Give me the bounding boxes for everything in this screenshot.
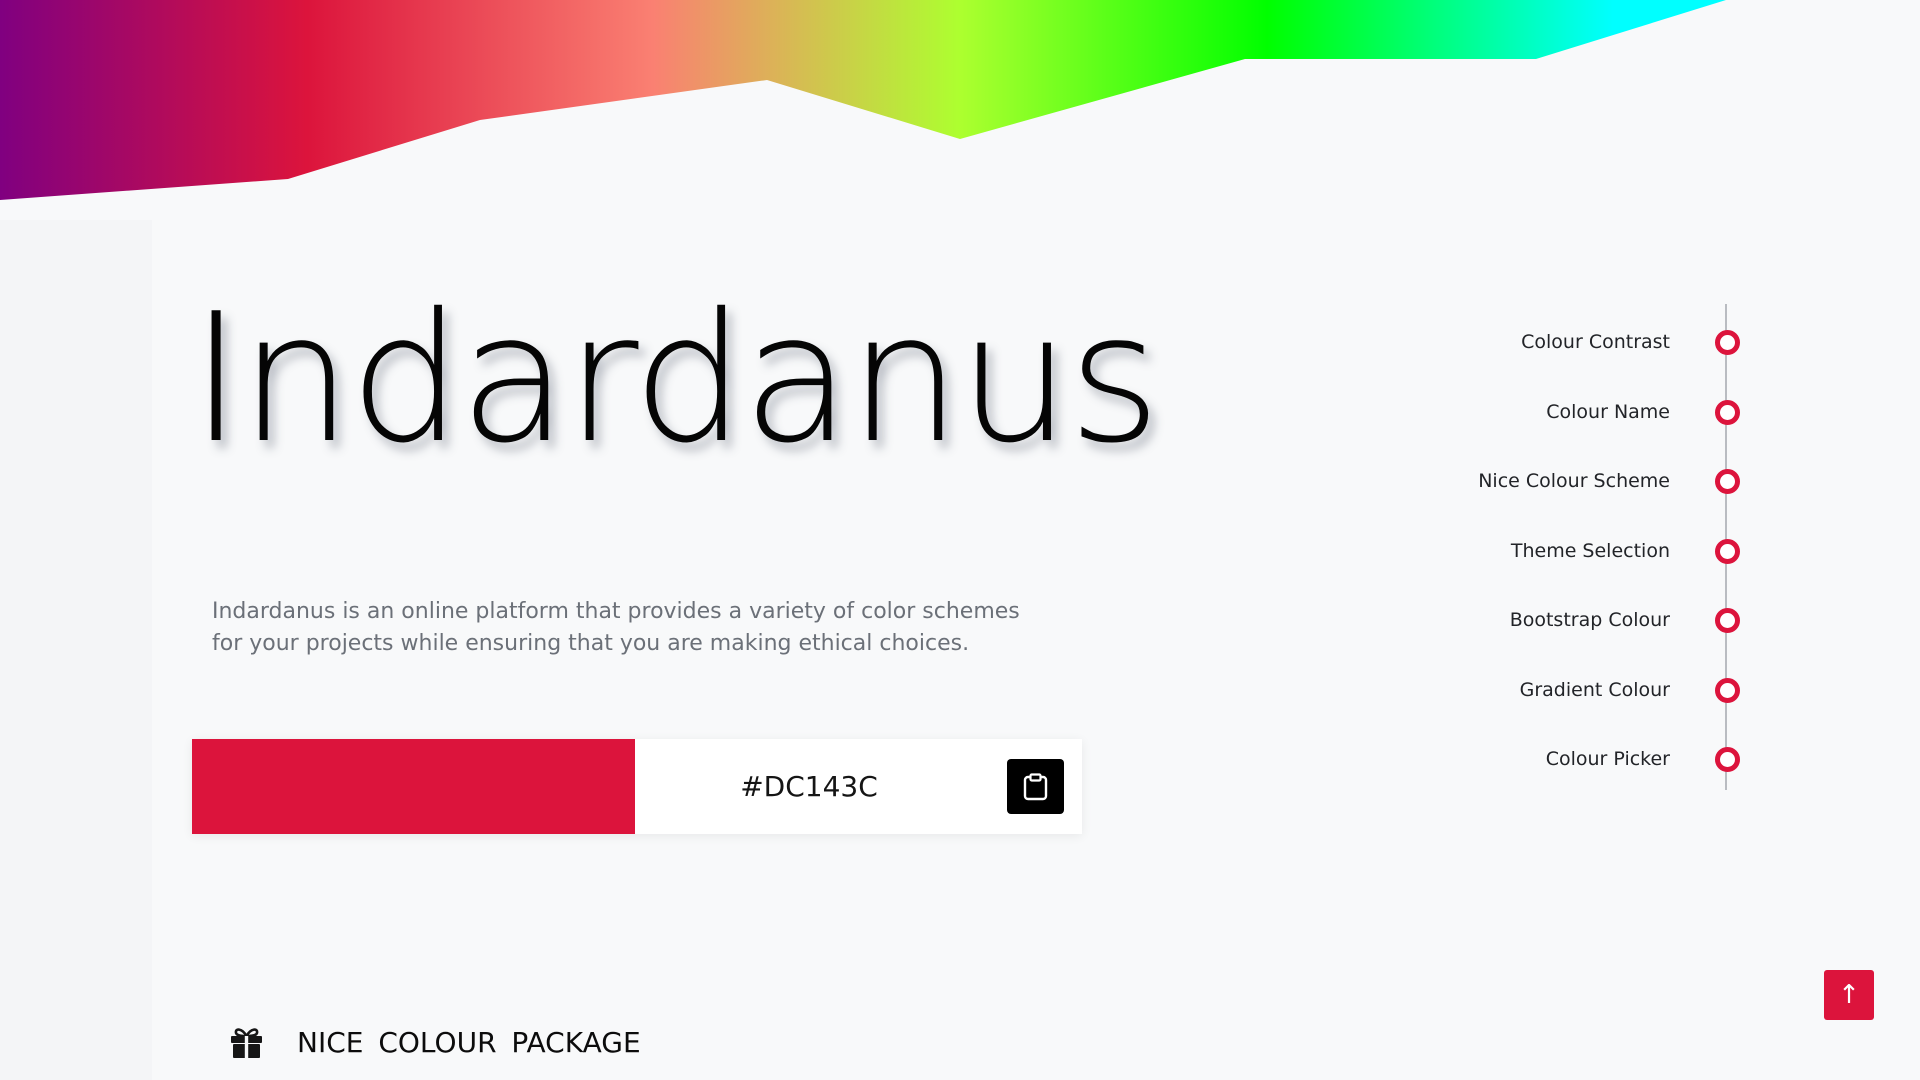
nav-item-label: Colour Name	[1546, 401, 1670, 423]
clipboard-icon	[1023, 773, 1048, 801]
nav-item-label: Gradient Colour	[1519, 679, 1670, 701]
hex-code-text: #DC143C	[740, 770, 878, 803]
gift-icon	[231, 1028, 262, 1058]
package-title: NICE COLOUR PACKAGE	[297, 1026, 641, 1059]
nav-dot-icon	[1715, 678, 1740, 703]
page-title: Indardanus	[190, 275, 1161, 482]
nav-item-colour-name[interactable]: Colour Name	[1380, 392, 1740, 432]
nav-item-nice-colour-scheme[interactable]: Nice Colour Scheme	[1380, 461, 1740, 501]
nav-dot-icon	[1715, 747, 1740, 772]
nav-dot-icon	[1715, 469, 1740, 494]
nav-item-colour-picker[interactable]: Colour Picker	[1380, 739, 1740, 779]
back-to-top-button[interactable]: ↑	[1824, 970, 1874, 1020]
nav-item-label: Bootstrap Colour	[1509, 609, 1670, 631]
nav-item-label: Nice Colour Scheme	[1478, 470, 1670, 492]
nav-item-label: Theme Selection	[1510, 540, 1670, 562]
color-display-card: #DC143C	[192, 739, 1082, 834]
nav-dot-icon	[1715, 400, 1740, 425]
color-swatch	[192, 739, 635, 834]
nav-item-bootstrap-colour[interactable]: Bootstrap Colour	[1380, 600, 1740, 640]
nav-dot-icon	[1715, 539, 1740, 564]
nav-item-theme-selection[interactable]: Theme Selection	[1380, 531, 1740, 571]
nav-dot-icon	[1715, 608, 1740, 633]
rainbow-banner	[0, 0, 1726, 200]
page-description: Indardanus is an online platform that pr…	[212, 599, 1020, 656]
left-panel-backdrop	[0, 220, 152, 1080]
nav-item-colour-contrast[interactable]: Colour Contrast	[1380, 322, 1740, 362]
nav-dot-icon	[1715, 330, 1740, 355]
arrow-up-icon: ↑	[1838, 980, 1860, 1010]
nav-item-label: Colour Picker	[1545, 748, 1670, 770]
nav-item-label: Colour Contrast	[1521, 331, 1670, 353]
nav-item-gradient-colour[interactable]: Gradient Colour	[1380, 670, 1740, 710]
copy-button[interactable]	[1007, 759, 1064, 814]
